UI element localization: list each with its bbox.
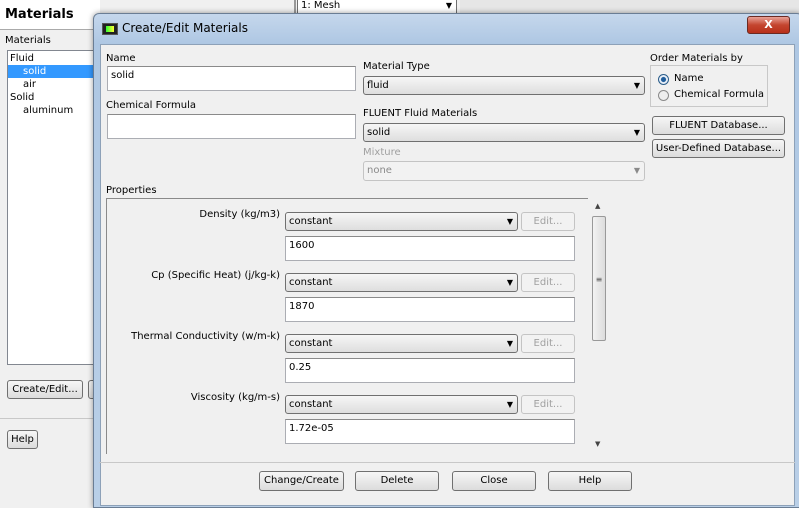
dialog-title: Create/Edit Materials [122,21,248,35]
fluent-database-button[interactable]: FLUENT Database... [652,116,785,135]
chevron-down-icon: ▼ [633,128,640,137]
delete-button[interactable]: Delete [355,471,439,491]
tree-item[interactable]: solid [8,65,101,78]
tree-item[interactable]: aluminum [8,104,101,117]
properties-label: Properties [106,185,157,196]
tree-item[interactable]: Fluid [8,52,101,65]
property-value-input[interactable]: 1.72e-05 [285,419,575,444]
property-edit-button[interactable]: Edit... [521,334,575,353]
formula-label: Chemical Formula [106,100,197,111]
panel-title: Materials [5,7,74,22]
scroll-thumb[interactable]: ≡ [592,216,606,341]
property-method-select[interactable]: constant ▼ [285,212,518,231]
order-formula-label: Chemical Formula [674,89,765,100]
chevron-down-icon: ▼ [633,166,640,175]
chevron-down-icon: ▼ [506,339,513,348]
property-label: Viscosity (kg/m-s) [190,392,280,403]
name-input[interactable]: solid [107,66,356,91]
app-icon [102,23,118,35]
chevron-down-icon: ▼ [633,81,640,90]
order-group [650,65,768,107]
order-label: Order Materials by [650,53,743,64]
material-type-label: Material Type [363,61,430,72]
property-edit-button[interactable]: Edit... [521,395,575,414]
property-method-select[interactable]: constant ▼ [285,273,518,292]
order-formula-radio[interactable] [658,90,669,101]
chevron-down-icon: ▼ [506,217,513,226]
order-name-radio[interactable] [658,74,669,85]
scroll-up-icon[interactable]: ▲ [595,202,600,210]
close-window-button[interactable]: X [747,16,790,34]
tree-item[interactable]: air [8,78,101,91]
close-button[interactable]: Close [452,471,536,491]
scroll-down-icon[interactable]: ▼ [595,440,600,448]
mixture-label: Mixture [363,147,401,158]
view-select[interactable]: 1: Mesh ▼ [297,0,457,14]
fluent-materials-select[interactable]: solid ▼ [363,123,645,142]
help-button-bg[interactable]: Help [7,430,38,449]
user-defined-database-button[interactable]: User-Defined Database... [652,139,785,158]
property-label: Thermal Conductivity (w/m-k) [131,331,280,342]
name-label: Name [106,53,136,64]
tree-item[interactable]: Solid [8,91,101,104]
material-type-select[interactable]: fluid ▼ [363,76,645,95]
property-value-input[interactable]: 1870 [285,297,575,322]
close-icon: X [764,18,773,31]
order-name-label: Name [674,73,704,84]
chevron-down-icon: ▼ [506,278,513,287]
fluent-materials-label: FLUENT Fluid Materials [363,108,478,119]
method-value: constant [289,399,333,410]
materials-list-label: Materials [5,35,51,46]
properties-scrollbar[interactable]: ▲ ≡ ▼ [591,200,607,452]
help-button[interactable]: Help [548,471,632,491]
method-value: constant [289,277,333,288]
property-edit-button[interactable]: Edit... [521,212,575,231]
chevron-down-icon: ▼ [445,1,452,10]
property-label: Cp (Specific Heat) (j/kg-k) [151,270,280,281]
property-label: Density (kg/m3) [199,209,280,220]
formula-input[interactable] [107,114,356,139]
method-value: constant [289,216,333,227]
property-edit-button[interactable]: Edit... [521,273,575,292]
change-create-button[interactable]: Change/Create [259,471,344,491]
property-method-select[interactable]: constant ▼ [285,395,518,414]
mixture-select[interactable]: none ▼ [363,161,645,181]
method-value: constant [289,338,333,349]
property-value-input[interactable]: 1600 [285,236,575,261]
chevron-down-icon: ▼ [506,400,513,409]
materials-list[interactable]: Fluid solid air Solid aluminum [7,50,102,365]
property-method-select[interactable]: constant ▼ [285,334,518,353]
create-edit-button[interactable]: Create/Edit... [7,380,83,399]
property-value-input[interactable]: 0.25 [285,358,575,383]
